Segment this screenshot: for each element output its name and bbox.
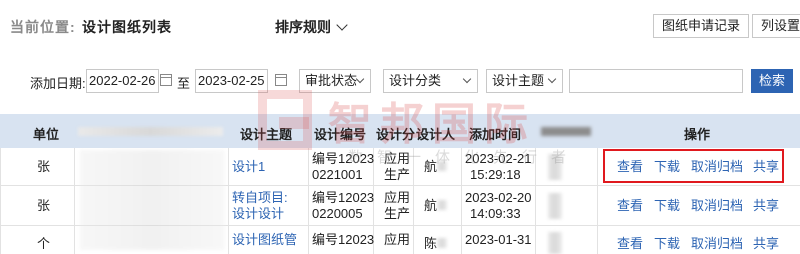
designer-cell: 航 [424, 159, 438, 174]
header-subject: 设计主题 [240, 127, 293, 142]
blurred-header [541, 127, 591, 136]
blurred-header [78, 127, 223, 136]
category-cell: 应用 [384, 190, 411, 205]
time-cell: 2023-02-20 [465, 190, 532, 205]
category-cell: 应用 [384, 232, 411, 247]
design-category-select[interactable]: 设计分类 [383, 69, 478, 93]
sort-rule-dropdown[interactable]: 排序规则 [275, 17, 348, 37]
blurred-cell [548, 193, 562, 219]
table-header: 单位 设计主题 设计编号 设计分 设计人 添加时间 操作 [0, 114, 800, 148]
subject-link[interactable]: 设计设计 [232, 206, 284, 222]
date-from-input[interactable]: 2022-02-26 [86, 69, 159, 93]
search-input[interactable] [569, 69, 743, 93]
apply-record-button[interactable]: 图纸申请记录 [653, 14, 750, 38]
time-cell: 15:29:18 [470, 167, 521, 182]
chevron-down-icon [336, 18, 348, 31]
header-actions: 操作 [684, 127, 711, 142]
code-cell: 编号12023 [312, 151, 375, 166]
design-subject-value: 设计主题 [492, 73, 545, 88]
subject-link[interactable]: 转自项目: [232, 190, 288, 206]
calendar-icon[interactable] [160, 74, 172, 86]
code-cell: 编号12023 [312, 232, 375, 247]
header-designer: 设计人 [416, 127, 456, 142]
category-cell: 生产 [384, 206, 411, 221]
blurred-cell [548, 232, 562, 254]
design-subject-select[interactable]: 设计主题 [486, 69, 563, 93]
date-to-input[interactable]: 2023-02-25 [195, 69, 268, 93]
subject-link[interactable]: 设计1 [232, 159, 265, 175]
code-cell: 0221001 [312, 167, 363, 182]
approval-status-select[interactable]: 审批状态 [299, 69, 371, 93]
code-cell: 编号12023 [312, 190, 375, 205]
unit-cell: 张 [37, 159, 51, 174]
chevron-down-icon [547, 74, 557, 84]
subject-link[interactable]: 设计图纸管 [232, 232, 297, 248]
header-added-time: 添加时间 [469, 127, 522, 142]
view-link[interactable]: 查看 [617, 236, 643, 252]
time-cell: 14:09:33 [470, 206, 521, 221]
to-label: 至 [177, 76, 191, 91]
chevron-down-icon [462, 74, 472, 84]
column-settings-button[interactable]: 列设置 [752, 14, 800, 38]
download-link[interactable]: 下载 [654, 236, 680, 252]
calendar-icon[interactable] [275, 74, 287, 86]
highlight-box [603, 149, 784, 183]
header-unit: 单位 [33, 127, 60, 142]
filter-bar: 添加日期: 2022-02-26 至 2023-02-25 审批状态 设计分类 … [0, 66, 800, 96]
designer-cell: 航 [424, 198, 438, 213]
design-category-value: 设计分类 [389, 73, 442, 88]
unit-cell: 个 [37, 236, 51, 251]
sort-rule-label: 排序规则 [275, 19, 331, 35]
blurred-name [437, 161, 447, 171]
top-bar: 当前位置: 设计图纸列表 排序规则 图纸申请记录 列设置 [0, 0, 800, 52]
blurred-name [437, 238, 447, 248]
unarchive-link[interactable]: 取消归档 [691, 198, 743, 214]
category-cell: 应用 [384, 151, 411, 166]
share-link[interactable]: 共享 [753, 198, 779, 214]
category-cell: 生产 [384, 167, 411, 182]
page-title: 设计图纸列表 [82, 19, 172, 35]
blurred-cell [548, 154, 562, 180]
blurred-name [437, 200, 447, 210]
search-button[interactable]: 检索 [751, 69, 793, 93]
header-category: 设计分 [376, 127, 416, 142]
date-label: 添加日期: [30, 76, 86, 91]
blurred-column [80, 150, 225, 250]
code-cell: 0220005 [312, 206, 363, 221]
approval-status-value: 审批状态 [305, 73, 358, 88]
header-code: 设计编号 [314, 127, 367, 142]
chevron-down-icon [355, 74, 365, 84]
unarchive-link[interactable]: 取消归档 [691, 236, 743, 252]
download-link[interactable]: 下载 [654, 198, 680, 214]
time-cell: 2023-02-21 [465, 151, 532, 166]
share-link[interactable]: 共享 [753, 236, 779, 252]
designer-cell: 陈 [424, 236, 438, 251]
view-link[interactable]: 查看 [617, 198, 643, 214]
unit-cell: 张 [37, 198, 51, 213]
location-label: 当前位置: [10, 19, 76, 35]
time-cell: 2023-01-31 [465, 232, 532, 247]
